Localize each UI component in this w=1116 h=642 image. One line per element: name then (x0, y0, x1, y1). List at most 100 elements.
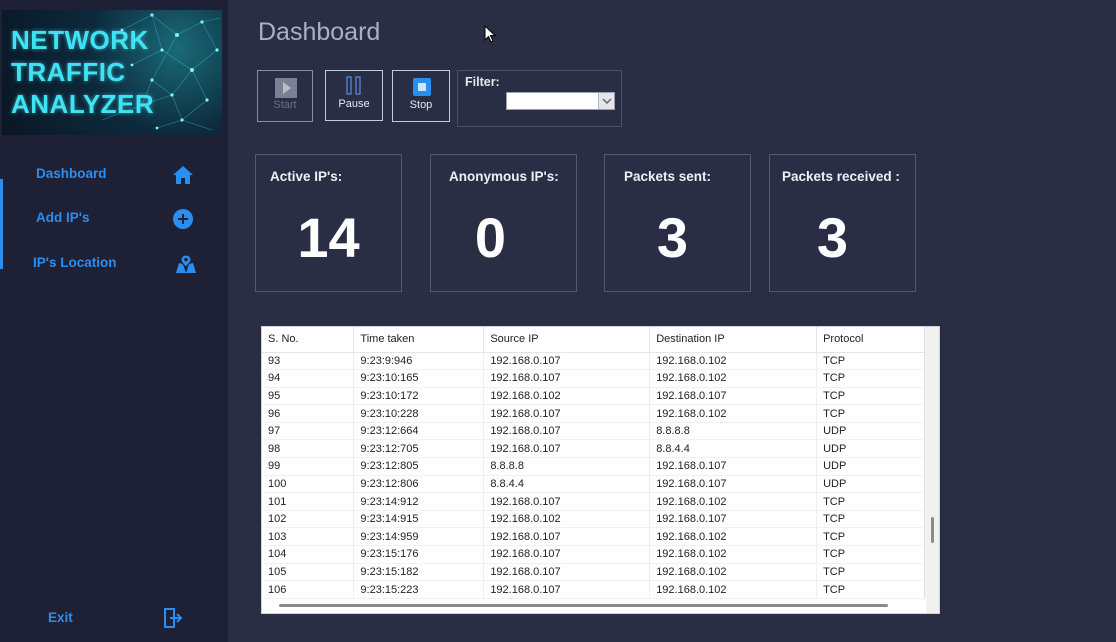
filter-label: Filter: (465, 75, 500, 89)
table-cell: 192.168.0.107 (483, 580, 651, 599)
table-row[interactable]: 95 9:23:10:172 192.168.0.102 192.168.0.107 T… (262, 387, 926, 406)
sidebar-item-ip-location[interactable]: IP's Location (0, 247, 228, 281)
packet-table: S. No. Time taken Source IP Destination … (262, 327, 926, 599)
table-row[interactable]: 93 9:23:9:946 192.168.0.107 192.168.0.102 TC… (262, 352, 926, 371)
table-row[interactable]: 101 9:23:14:912 192.168.0.107 192.168.0.102… (262, 492, 926, 511)
table-cell: 192.168.0.107 (483, 422, 651, 441)
stat-value: 14 (297, 206, 360, 269)
stat-title: Anonymous IP's: (449, 169, 559, 184)
table-row[interactable]: 97 9:23:12:664 192.168.0.107 8.8.8.8 UDP (262, 422, 926, 441)
table-cell: 9:23:14:915 (353, 510, 485, 529)
table-row[interactable]: 96 9:23:10:228 192.168.0.107 192.168.0.102 T… (262, 404, 926, 423)
table-cell: 9:23:15:176 (353, 545, 485, 564)
exit-button[interactable]: Exit (0, 602, 228, 636)
table-row[interactable]: 105 9:23:15:182 192.168.0.107 192.168.0.102… (262, 563, 926, 582)
column-header[interactable]: Destination IP (649, 327, 818, 353)
table-cell: 8.8.8.8 (483, 457, 651, 476)
table-cell: TCP (816, 492, 926, 511)
table-cell: 192.168.0.102 (649, 492, 818, 511)
table-cell: 98 (262, 439, 355, 459)
table-cell: TCP (816, 563, 926, 582)
table-cell: 192.168.0.107 (483, 369, 651, 388)
stat-value: 3 (816, 206, 849, 269)
table-row[interactable]: 102 9:23:14:915 192.168.0.102 192.168.0.107… (262, 510, 926, 529)
table-cell: UDP (816, 457, 926, 476)
table-cell: 9:23:9:946 (353, 352, 485, 371)
table-row[interactable]: 98 9:23:12:705 192.168.0.107 8.8.4.4 UDP (262, 439, 926, 459)
table-cell: 8.8.4.4 (649, 439, 818, 459)
horizontal-scrollbar[interactable] (262, 599, 926, 613)
table-cell: 9:23:12:805 (353, 457, 485, 476)
table-header-row: S. No. Time taken Source IP Destination … (262, 327, 926, 353)
scrollbar-thumb[interactable] (931, 517, 934, 543)
table-cell: 192.168.0.102 (649, 404, 818, 423)
table-cell: 192.168.0.107 (483, 352, 651, 371)
table-cell: 8.8.4.4 (483, 475, 651, 494)
table-row[interactable]: 103 9:23:14:959 192.168.0.107 192.168.0.102… (262, 527, 926, 547)
scrollbar-thumb[interactable] (279, 604, 888, 607)
filter-dropdown[interactable] (506, 92, 615, 110)
table-cell: 105 (262, 563, 355, 582)
table-cell: 192.168.0.102 (649, 580, 818, 599)
column-header[interactable]: Protocol (816, 327, 926, 353)
table-cell: 101 (262, 492, 355, 511)
table-cell: 192.168.0.102 (649, 527, 818, 547)
stat-title: Packets received : (782, 169, 900, 184)
table-cell: TCP (816, 352, 926, 371)
table-cell: 192.168.0.107 (483, 404, 651, 423)
table-cell: 97 (262, 422, 355, 441)
home-icon (173, 166, 193, 184)
logo-line-3: ANALYZER (11, 89, 155, 119)
table-cell: 104 (262, 545, 355, 564)
start-label: Start (273, 99, 297, 111)
chevron-down-icon[interactable] (598, 93, 614, 109)
table-cell: 96 (262, 404, 355, 423)
sidebar-item-label: Dashboard (36, 166, 107, 181)
column-header[interactable]: Source IP (483, 327, 651, 353)
stop-button[interactable]: Stop (392, 70, 450, 122)
table-cell: 9:23:12:705 (353, 439, 485, 459)
table-cell: UDP (816, 422, 926, 441)
table-cell: 192.168.0.107 (649, 510, 818, 529)
packet-table-panel: S. No. Time taken Source IP Destination … (261, 326, 940, 614)
table-row[interactable]: 106 9:23:15:223 192.168.0.107 192.168.0.102… (262, 580, 926, 599)
table-row[interactable]: 100 9:23:12:806 8.8.4.4 192.168.0.107 UDP (262, 475, 926, 494)
table-cell: 192.168.0.107 (483, 439, 651, 459)
table-row[interactable]: 94 9:23:10:165 192.168.0.107 192.168.0.102 T… (262, 369, 926, 388)
stop-label: Stop (409, 99, 433, 111)
table-cell: 9:23:14:912 (353, 492, 485, 511)
stat-card-anonymous-ips: Anonymous IP's: 0 (430, 154, 577, 292)
map-location-icon (176, 254, 196, 273)
page-title: Dashboard (258, 18, 381, 46)
sidebar: NETWORK TRAFFIC ANALYZER Dashboard Add I… (0, 0, 228, 642)
stat-title: Active IP's: (270, 169, 343, 184)
sidebar-item-add-ips[interactable]: Add IP's (0, 202, 228, 236)
plus-circle-icon (173, 209, 193, 229)
table-cell: 100 (262, 475, 355, 494)
table-cell: TCP (816, 510, 926, 529)
column-header[interactable]: Time taken (353, 327, 485, 353)
table-cell: 192.168.0.102 (483, 510, 651, 529)
column-header[interactable]: S. No. (262, 327, 355, 353)
table-cell: 192.168.0.107 (483, 492, 651, 511)
table-cell: TCP (816, 369, 926, 388)
table-cell: 8.8.8.8 (649, 422, 818, 441)
vertical-scrollbar[interactable] (924, 327, 939, 613)
start-button[interactable]: Start (257, 70, 313, 122)
pause-button[interactable]: Pause (325, 70, 383, 121)
pause-label: Pause (338, 98, 370, 110)
table-cell: 102 (262, 510, 355, 529)
table-cell: 9:23:10:228 (353, 404, 485, 423)
mouse-cursor-icon (484, 25, 497, 43)
table-row[interactable]: 104 9:23:15:176 192.168.0.107 192.168.0.102… (262, 545, 926, 564)
table-cell: 192.168.0.107 (649, 387, 818, 406)
stat-card-packets-sent: Packets sent: 3 (604, 154, 751, 292)
sidebar-item-dashboard[interactable]: Dashboard (0, 158, 228, 192)
table-cell: 192.168.0.107 (649, 475, 818, 494)
table-row[interactable]: 99 9:23:12:805 8.8.8.8 192.168.0.107 UDP (262, 457, 926, 476)
stat-title: Packets sent: (624, 169, 712, 184)
table-cell: TCP (816, 545, 926, 564)
table-cell: 9:23:15:182 (353, 563, 485, 582)
table-cell: 192.168.0.102 (649, 369, 818, 388)
stop-icon (413, 78, 431, 96)
